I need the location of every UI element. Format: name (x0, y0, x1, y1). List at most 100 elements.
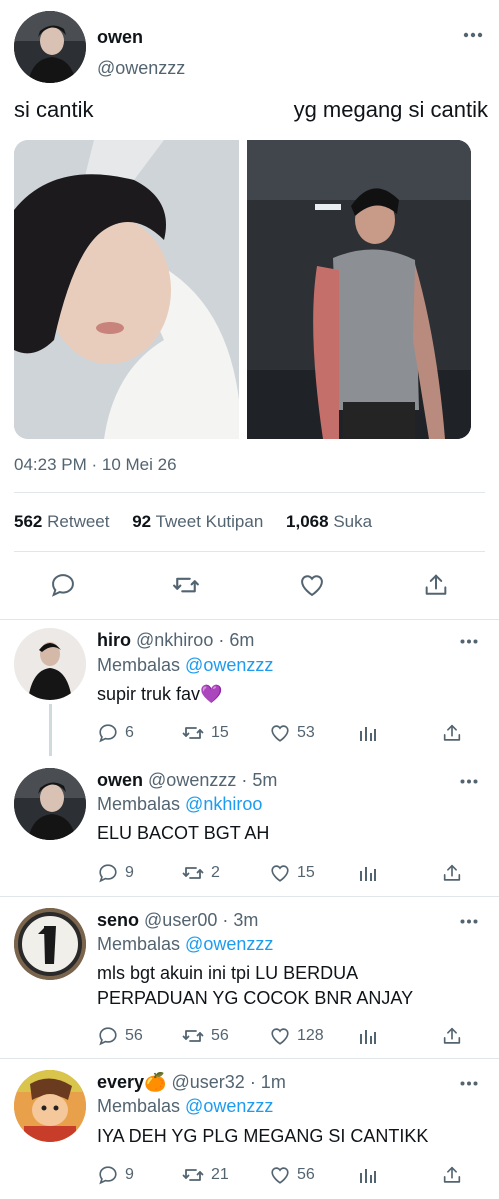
retweet-icon (181, 1163, 205, 1187)
reply-item[interactable]: seno @user00 · 3m Membalas @owenzzz mls … (0, 897, 499, 1057)
retweet-icon (181, 721, 205, 745)
reply-item[interactable]: hiro @nkhiroo · 6m Membalas @owenzzz sup… (0, 620, 499, 756)
analytics-icon (358, 1165, 378, 1185)
more-options-icon[interactable] (459, 636, 479, 646)
retweet-button[interactable]: 2 (181, 861, 220, 885)
more-options-icon[interactable] (459, 916, 479, 926)
reply-button[interactable]: 9 (97, 861, 134, 885)
like-button[interactable]: 15 (269, 861, 315, 885)
like-count: 53 (297, 724, 315, 741)
reply-item[interactable]: owen @owenzzz · 5m Membalas @nkhiroo ELU… (0, 756, 499, 896)
divider (14, 551, 485, 552)
share-icon[interactable] (418, 567, 454, 603)
reply-header: every🍊 @user32 · 1m (97, 1072, 286, 1093)
author-name[interactable]: owen (97, 27, 143, 48)
reply-icon (97, 722, 119, 744)
analytics-button[interactable] (358, 1024, 378, 1048)
divider (14, 492, 485, 493)
author-avatar[interactable] (14, 11, 86, 83)
reply-handle[interactable]: @owenzzz (148, 770, 236, 790)
quotes-label[interactable]: Tweet Kutipan (156, 512, 264, 531)
reply-button[interactable]: 6 (97, 721, 134, 745)
tweet-stats: 562 Retweet 92 Tweet Kutipan 1,068 Suka (14, 512, 390, 532)
more-options-icon[interactable] (459, 1078, 479, 1088)
share-button[interactable] (441, 861, 463, 885)
reply-actions: 9 21 56 (97, 1163, 477, 1187)
reply-name[interactable]: every🍊 (97, 1072, 166, 1092)
reply-count: 56 (125, 1027, 143, 1044)
mention-link[interactable]: @nkhiroo (185, 794, 262, 814)
reply-button[interactable]: 56 (97, 1024, 143, 1048)
reply-time: · 6m (218, 630, 255, 650)
reply-name[interactable]: owen (97, 770, 143, 790)
retweet-count: 15 (211, 724, 229, 741)
replying-prefix: Membalas (97, 934, 181, 954)
replying-to: Membalas @owenzzz (97, 655, 273, 676)
reply-count: 9 (125, 864, 134, 881)
reply-button[interactable]: 9 (97, 1163, 134, 1187)
media-photo-1[interactable] (14, 140, 239, 439)
share-icon (441, 722, 463, 744)
tweet-header: owen @owenzzz (14, 11, 485, 83)
reply-text: supir truk fav💜 (97, 684, 223, 704)
analytics-button[interactable] (358, 721, 378, 745)
media-grid (14, 140, 471, 439)
retweet-icon[interactable] (168, 567, 204, 603)
reply-avatar[interactable] (14, 628, 86, 700)
reply-item[interactable]: every🍊 @user32 · 1m Membalas @owenzzz IY… (0, 1059, 499, 1199)
reply-handle[interactable]: @user32 (171, 1072, 244, 1092)
like-icon[interactable] (294, 567, 330, 603)
reply-name[interactable]: seno (97, 910, 139, 930)
media-photo-2[interactable] (247, 140, 471, 439)
like-icon (269, 722, 291, 744)
caption-left: si cantik (14, 97, 94, 122)
reply-icon[interactable] (45, 567, 81, 603)
retweet-icon (181, 861, 205, 885)
likes-count[interactable]: 1,068 (286, 512, 329, 531)
replying-prefix: Membalas (97, 794, 181, 814)
reply-avatar[interactable] (14, 768, 86, 840)
likes-label[interactable]: Suka (333, 512, 372, 531)
reply-text: mls bgt akuin ini tpi LU BERDUA PERPADUA… (97, 961, 413, 1011)
mention-link[interactable]: @owenzzz (185, 1096, 273, 1116)
author-handle[interactable]: @owenzzz (97, 58, 185, 79)
more-options-icon[interactable] (459, 776, 479, 786)
reply-handle[interactable]: @nkhiroo (136, 630, 213, 650)
like-button[interactable]: 53 (269, 721, 315, 745)
share-button[interactable] (441, 721, 463, 745)
retweet-button[interactable]: 56 (181, 1024, 229, 1048)
retweet-icon (181, 1024, 205, 1048)
tweet-timestamp: 04:23 PM · 10 Mei 26 (14, 455, 177, 474)
retweet-button[interactable]: 21 (181, 1163, 229, 1187)
reply-time: · 3m (222, 910, 259, 930)
reply-count: 9 (125, 1166, 134, 1183)
reply-time: · 5m (241, 770, 278, 790)
analytics-button[interactable] (358, 861, 378, 885)
reply-avatar[interactable] (14, 908, 86, 980)
more-options-icon[interactable] (461, 29, 485, 41)
retweets-label[interactable]: Retweet (47, 512, 109, 531)
thread-line (49, 704, 52, 756)
analytics-button[interactable] (358, 1163, 378, 1187)
quotes-count[interactable]: 92 (132, 512, 151, 531)
reply-text-line: mls bgt akuin ini tpi LU BERDUA (97, 963, 359, 983)
tweet-actions (0, 567, 499, 603)
share-icon (441, 1164, 463, 1186)
retweet-button[interactable]: 15 (181, 721, 229, 745)
reply-text: ELU BACOT BGT AH (97, 823, 270, 843)
replying-to: Membalas @owenzzz (97, 934, 273, 955)
reply-text-line: PERPADUAN YG COCOK BNR ANJAY (97, 988, 414, 1008)
share-button[interactable] (441, 1024, 463, 1048)
share-button[interactable] (441, 1163, 463, 1187)
reply-handle[interactable]: @user00 (144, 910, 217, 930)
like-icon (269, 1025, 291, 1047)
retweets-count[interactable]: 562 (14, 512, 42, 531)
reply-name[interactable]: hiro (97, 630, 131, 650)
mention-link[interactable]: @owenzzz (185, 934, 273, 954)
analytics-icon (358, 863, 378, 883)
reply-actions: 6 15 53 (97, 721, 477, 745)
reply-avatar[interactable] (14, 1070, 86, 1142)
like-button[interactable]: 56 (269, 1163, 315, 1187)
like-button[interactable]: 128 (269, 1024, 324, 1048)
mention-link[interactable]: @owenzzz (185, 655, 273, 675)
